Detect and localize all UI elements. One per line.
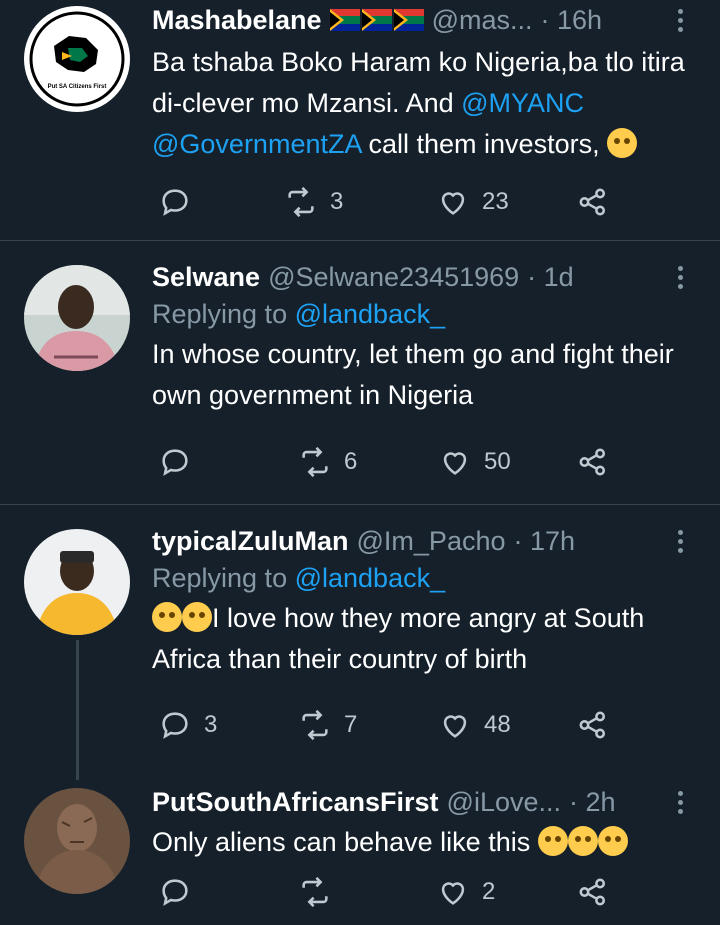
like-count: 48 [484, 711, 511, 738]
reply-icon [162, 449, 188, 476]
heart-icon [441, 192, 465, 215]
share-button[interactable] [576, 182, 610, 222]
tweet-text: Only aliens can behave like this [152, 822, 690, 863]
mention-link[interactable]: @landback_ [295, 563, 446, 593]
like-count: 2 [482, 878, 496, 905]
retweet-icon [302, 876, 328, 908]
share-button[interactable] [576, 705, 610, 745]
replying-to: Replying to @landback_ [152, 563, 446, 593]
heart-icon [443, 452, 467, 475]
author-handle[interactable]: @Im_Pacho [357, 526, 506, 557]
retweet-button[interactable]: 3 [284, 182, 343, 222]
tweet-text: In whose country, let them go and fight … [152, 339, 674, 410]
south-africa-flag-icon [361, 9, 392, 31]
south-africa-flag-icon [329, 9, 360, 31]
retweet-icon [302, 709, 328, 741]
heart-icon [441, 882, 465, 905]
reply-icon [162, 189, 188, 216]
mention-link[interactable]: @MYANC [461, 88, 584, 118]
author-handle[interactable]: @mas... [432, 5, 533, 36]
reply-button[interactable]: 3 [158, 705, 217, 745]
share-icon [579, 878, 606, 906]
like-count: 23 [482, 188, 509, 215]
share-icon [579, 188, 606, 216]
thinking-face-icon [607, 128, 638, 158]
retweet-button[interactable]: 7 [298, 705, 357, 745]
more-options-icon[interactable] [670, 521, 690, 561]
reply-button[interactable] [158, 872, 204, 912]
retweet-button[interactable] [298, 872, 344, 912]
reply-icon [162, 879, 188, 906]
crying-laughing-face-icon [152, 602, 182, 632]
replying-to: Replying to @landback_ [152, 299, 446, 329]
mention-link[interactable]: @landback_ [295, 299, 446, 329]
tweet-text: I love how they more angry at South Afri… [152, 602, 645, 674]
tweet-1[interactable]: Put SA Citizens First Mashabelane @mas..… [0, 0, 720, 240]
tweet-time[interactable]: · 16h [541, 5, 603, 36]
retweet-icon [302, 446, 328, 478]
user-photo-avatar [24, 529, 130, 635]
like-button[interactable]: 23 [436, 182, 509, 222]
user-photo-avatar [24, 788, 130, 894]
author-handle[interactable]: @Selwane23451969 [268, 262, 519, 293]
tweet-time[interactable]: · 2h [569, 787, 616, 818]
author-name[interactable]: Selwane [152, 262, 260, 293]
heart-icon [443, 715, 467, 738]
author-name[interactable]: PutSouthAfricansFirst [152, 787, 439, 818]
rolling-eyes-face-icon [567, 826, 598, 856]
reply-button[interactable] [158, 442, 204, 482]
tweet-3[interactable]: typicalZuluMan @Im_Pacho · 17h Replying … [0, 505, 720, 775]
avatar[interactable]: Put SA Citizens First [24, 6, 130, 112]
tweet-time[interactable]: · 1d [527, 262, 574, 293]
like-button[interactable]: 2 [436, 872, 495, 912]
avatar[interactable] [24, 529, 130, 635]
avatar[interactable] [24, 265, 130, 371]
tweet-4[interactable]: PutSouthAfricansFirst @iLove... · 2h Onl… [0, 780, 720, 925]
author-handle[interactable]: @iLove... [447, 787, 561, 818]
tweet-2[interactable]: Selwane @Selwane23451969 · 1d Replying t… [0, 241, 720, 504]
rolling-eyes-face-icon [597, 826, 628, 856]
retweet-button[interactable]: 6 [298, 442, 357, 482]
south-africa-flag-icon [393, 9, 424, 31]
tweet-text: Ba tshaba Boko Haram ko Nigeria,ba tlo i… [152, 47, 685, 159]
author-name[interactable]: typicalZuluMan [152, 526, 349, 557]
more-options-icon[interactable] [670, 257, 690, 297]
share-icon [579, 448, 606, 476]
retweet-count: 3 [330, 188, 344, 215]
south-africa-flag-emojis [329, 9, 424, 31]
mention-link[interactable]: @GovernmentZA [152, 129, 361, 159]
like-count: 50 [484, 448, 511, 475]
like-button[interactable]: 50 [438, 442, 511, 482]
more-options-icon[interactable] [670, 782, 690, 822]
retweet-icon [288, 186, 314, 218]
more-options-icon[interactable] [670, 0, 690, 40]
put-sa-citizens-first-logo: Put SA Citizens First [25, 7, 129, 111]
retweet-count: 7 [344, 711, 358, 738]
avatar[interactable] [24, 788, 130, 894]
svg-text:Put SA Citizens First: Put SA Citizens First [48, 84, 107, 90]
rolling-eyes-face-icon [537, 826, 568, 856]
author-name[interactable]: Mashabelane [152, 5, 322, 36]
reply-button[interactable] [158, 182, 204, 222]
share-icon [579, 711, 606, 739]
retweet-count: 6 [344, 448, 358, 475]
user-photo-avatar [24, 265, 130, 371]
reply-icon [162, 712, 188, 739]
crying-laughing-face-icon [182, 602, 212, 632]
share-button[interactable] [576, 442, 610, 482]
share-button[interactable] [576, 872, 610, 912]
tweet-time[interactable]: · 17h [514, 526, 576, 557]
reply-count: 3 [204, 711, 218, 738]
like-button[interactable]: 48 [438, 705, 511, 745]
